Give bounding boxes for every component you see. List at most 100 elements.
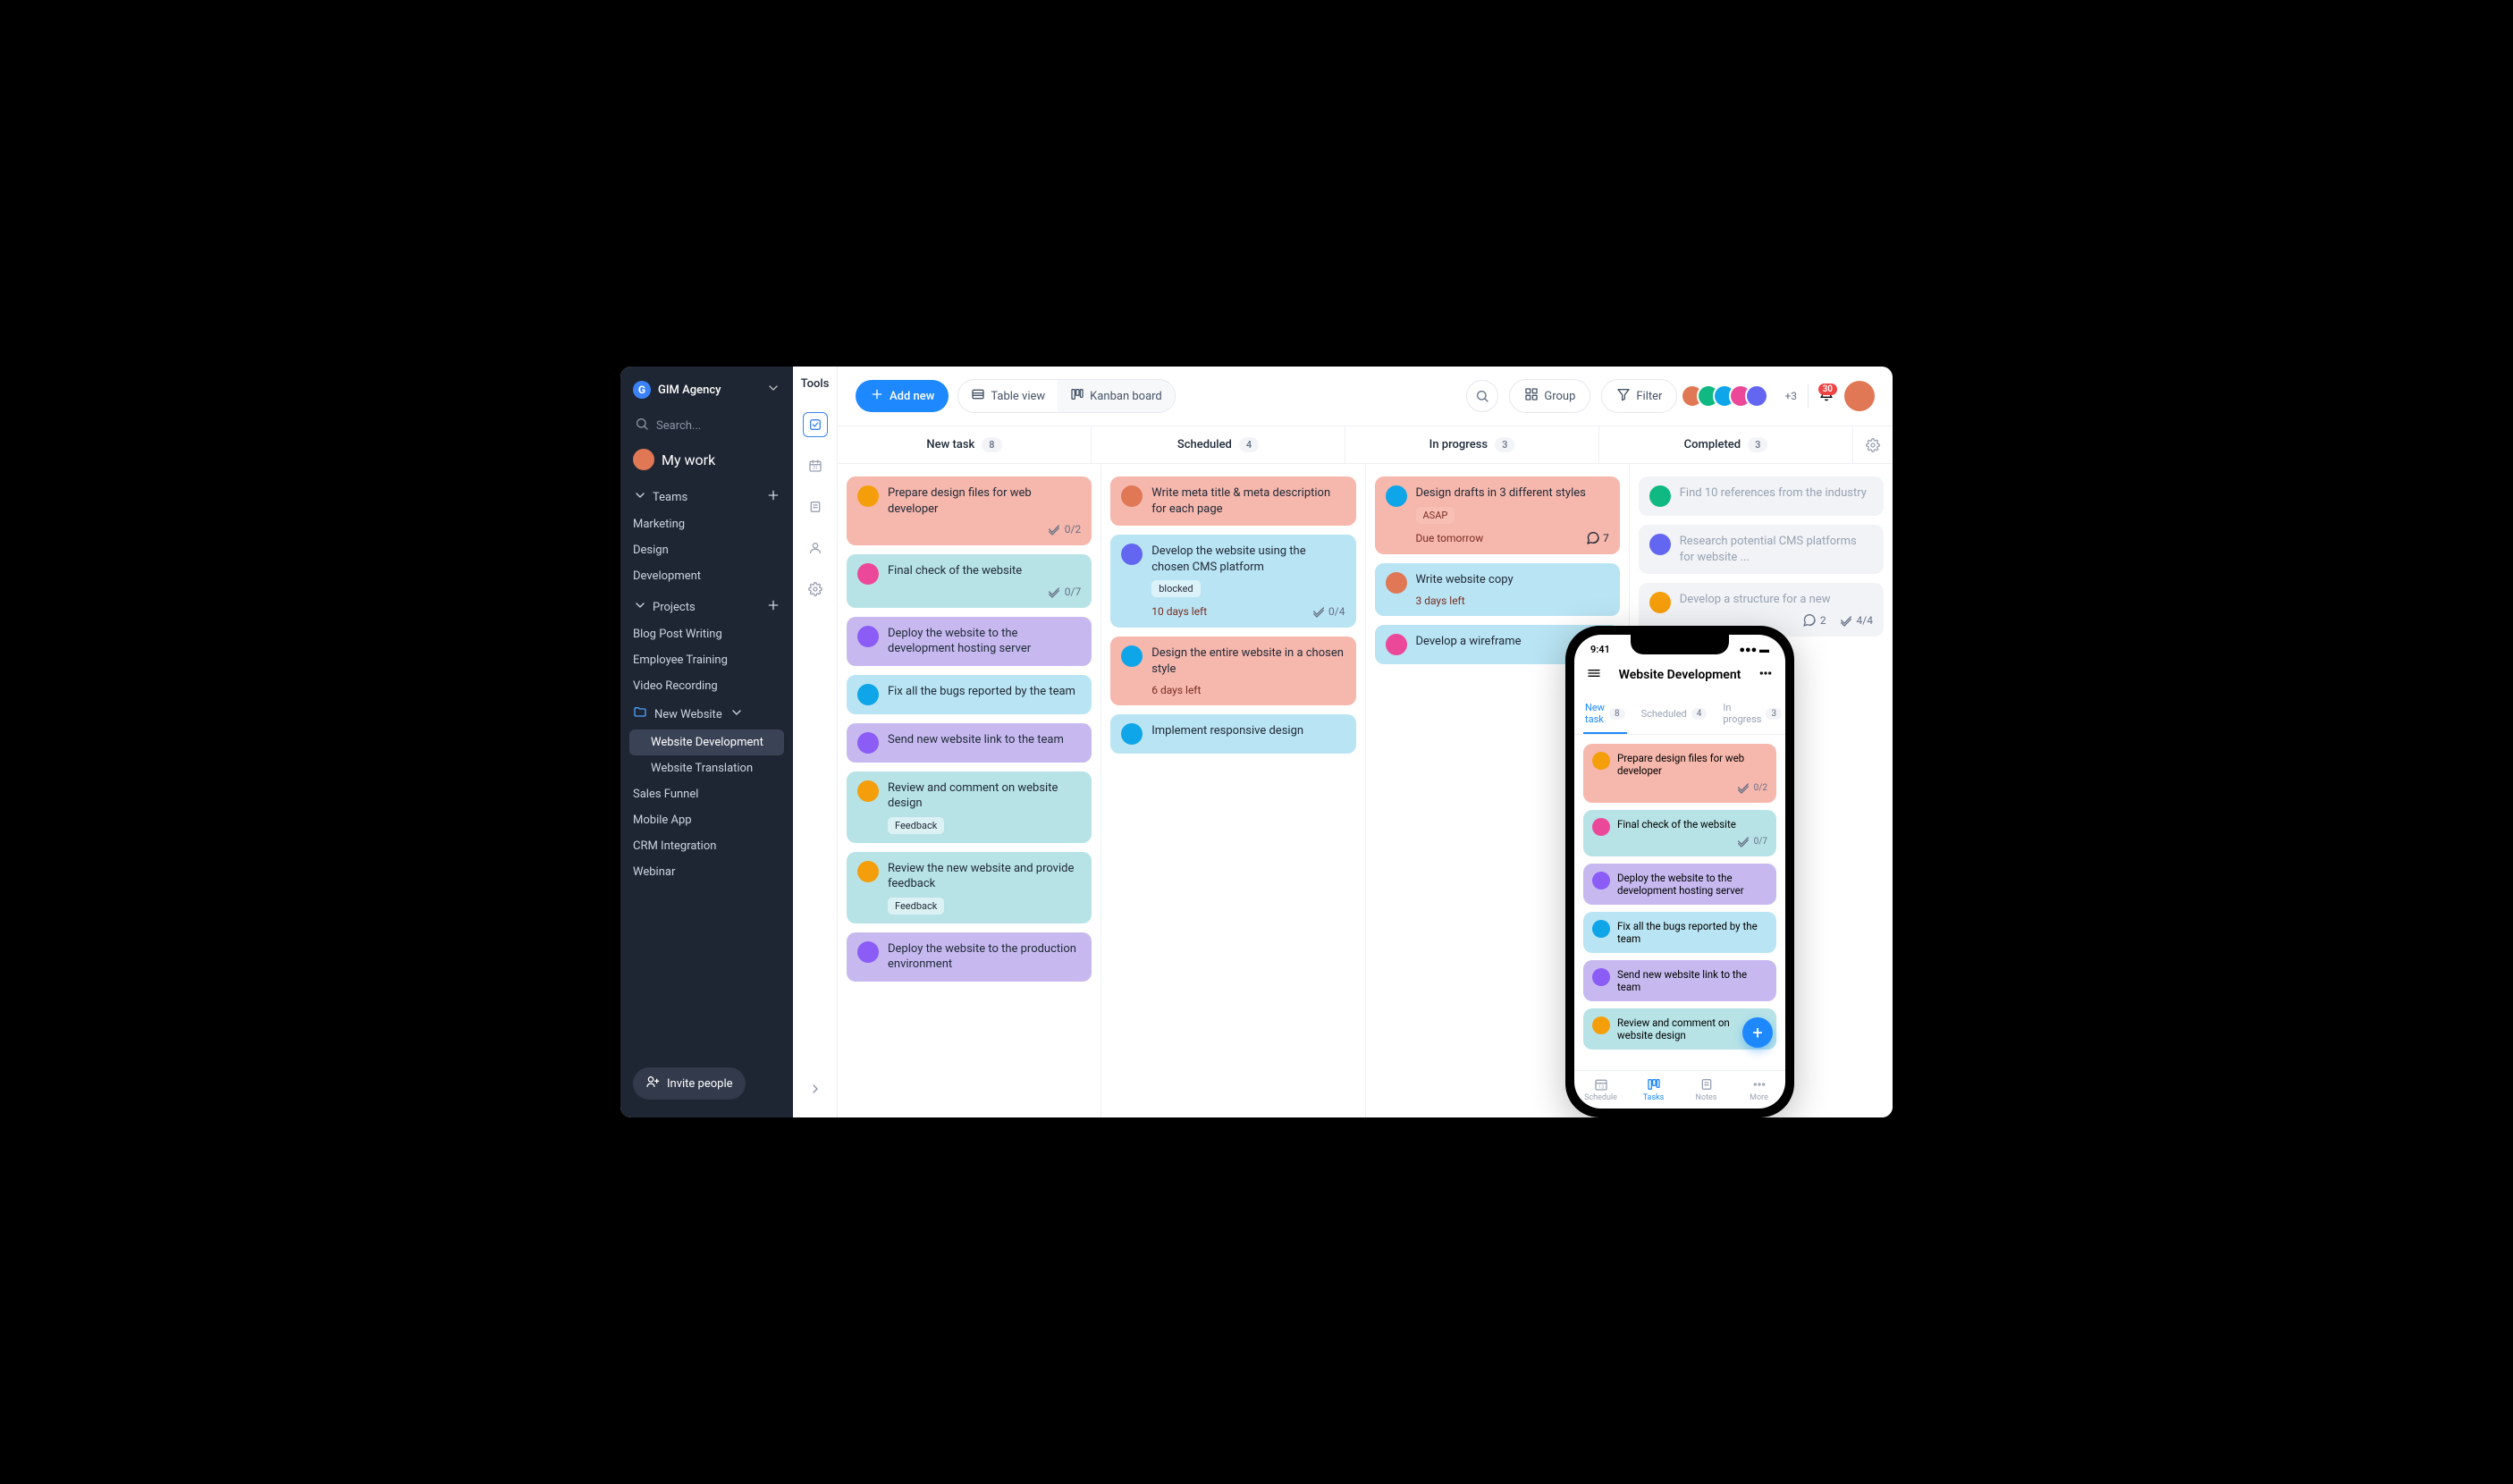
rail-notes-icon[interactable] <box>803 494 828 519</box>
rail-calendar-icon[interactable]: 31 <box>803 453 828 478</box>
rail-settings-icon[interactable] <box>803 577 828 602</box>
mywork-label: My work <box>662 451 715 468</box>
task-card[interactable]: Prepare design files for web developer0/… <box>847 476 1092 545</box>
task-card[interactable]: Research potential CMS platforms for web… <box>1639 525 1884 574</box>
avatar <box>857 861 879 882</box>
projects-header[interactable]: Projects <box>633 598 696 616</box>
sidebar-item-folder[interactable]: New Website <box>629 699 784 729</box>
rail-people-icon[interactable] <box>803 535 828 561</box>
fab-add-button[interactable]: + <box>1742 1017 1773 1048</box>
task-card[interactable]: Final check of the website0/7 <box>847 554 1092 608</box>
phone-nav-item[interactable]: More <box>1733 1071 1785 1109</box>
task-card[interactable]: Send new website link to the team <box>847 723 1092 763</box>
avatar <box>857 485 879 507</box>
task-tag: ASAP <box>1416 507 1455 524</box>
phone-task-card[interactable]: Fix all the bugs reported by the team <box>1583 912 1776 953</box>
sidebar-item-project[interactable]: Employee Training <box>629 647 784 673</box>
search-input[interactable]: Search... <box>629 411 784 440</box>
task-tag: blocked <box>1151 580 1200 597</box>
sidebar-item-project[interactable]: Website Translation <box>629 755 784 781</box>
user-avatar[interactable] <box>1844 381 1875 411</box>
add-team-button[interactable] <box>766 488 780 506</box>
table-view-tab[interactable]: Table view <box>958 380 1058 412</box>
task-due: Due tomorrow <box>1416 532 1484 544</box>
task-card[interactable]: Implement responsive design <box>1110 714 1355 754</box>
sidebar-item-marketing[interactable]: Marketing <box>629 511 784 537</box>
grid-icon <box>1524 387 1539 405</box>
avatar <box>1649 534 1671 555</box>
task-card[interactable]: Design drafts in 3 different styles ASAP D… <box>1375 476 1620 554</box>
avatar <box>1386 485 1407 507</box>
phone-nav-item[interactable]: Notes <box>1680 1071 1733 1109</box>
avatar-stack[interactable] <box>1688 384 1768 408</box>
phone-task-card[interactable]: Final check of the website0/7 <box>1583 810 1776 856</box>
table-icon <box>971 387 985 405</box>
task-card[interactable]: Write meta title & meta description for … <box>1110 476 1355 526</box>
avatar <box>1592 920 1610 938</box>
task-title: Develop a structure for a new <box>1680 592 1873 608</box>
filter-button[interactable]: Filter <box>1601 379 1677 413</box>
phone-time: 9:41 <box>1590 644 1610 655</box>
phone-tab[interactable]: Scheduled4 <box>1640 695 1709 734</box>
menu-icon[interactable] <box>1587 666 1601 684</box>
task-tag: Feedback <box>888 817 944 834</box>
folder-icon <box>633 705 647 723</box>
task-tag: Feedback <box>888 898 944 915</box>
task-card[interactable]: Find 10 references from the industry <box>1639 476 1884 516</box>
phone-task-card[interactable]: Send new website link to the team <box>1583 960 1776 1001</box>
board-settings-button[interactable] <box>1853 426 1893 463</box>
task-card[interactable]: Deploy the website to the production env… <box>847 932 1092 982</box>
more-icon[interactable] <box>1758 666 1773 684</box>
search-button[interactable] <box>1466 380 1498 412</box>
chevron-down-icon <box>633 598 647 616</box>
sidebar-item-development[interactable]: Development <box>629 563 784 589</box>
phone-task-card[interactable]: Prepare design files for web developer0/… <box>1583 744 1776 803</box>
workspace-switcher[interactable]: G GIM Agency <box>629 377 784 411</box>
sidebar-item-project[interactable]: Website Development <box>629 729 784 755</box>
sidebar-item-project[interactable]: Blog Post Writing <box>629 621 784 647</box>
add-new-button[interactable]: Add new <box>856 380 949 412</box>
notifications-button[interactable]: 30 <box>1819 387 1834 405</box>
sidebar-item-design[interactable]: Design <box>629 537 784 563</box>
column-header: In progress3 <box>1345 426 1599 463</box>
task-card[interactable]: Design the entire website in a chosen st… <box>1110 637 1355 705</box>
sidebar-item-mywork[interactable]: My work <box>629 440 784 479</box>
chevron-down-icon <box>729 705 744 723</box>
teams-header[interactable]: Teams <box>633 488 687 506</box>
task-card[interactable]: Develop the website using the chosen CMS… <box>1110 535 1355 628</box>
avatar <box>1121 723 1143 745</box>
collapse-sidebar-button[interactable] <box>808 1082 822 1100</box>
phone-tab[interactable]: New task8 <box>1583 695 1627 734</box>
sidebar-item-project[interactable]: CRM Integration <box>629 833 784 859</box>
task-card[interactable]: Deploy the website to the development ho… <box>847 617 1092 666</box>
phone-tab[interactable]: In progress3 <box>1721 695 1784 734</box>
avatar-more[interactable]: +3 <box>1784 390 1797 402</box>
mobile-preview: 9:41 ●●● ▬ Website Development New task8… <box>1565 626 1794 1117</box>
group-button[interactable]: Group <box>1509 379 1590 413</box>
invite-people-button[interactable]: Invite people <box>633 1067 746 1100</box>
add-project-button[interactable] <box>766 598 780 616</box>
sidebar-item-project[interactable]: Sales Funnel <box>629 781 784 807</box>
sidebar-item-project[interactable]: Video Recording <box>629 673 784 699</box>
rail-tasks-icon[interactable] <box>803 412 828 437</box>
phone-title: Website Development <box>1619 668 1741 682</box>
phone-nav-item[interactable]: Tasks <box>1627 1071 1680 1109</box>
avatar <box>857 941 879 963</box>
search-placeholder: Search... <box>656 419 701 433</box>
sidebar-item-project[interactable]: Webinar <box>629 859 784 885</box>
phone-task-card[interactable]: Deploy the website to the development ho… <box>1583 864 1776 905</box>
phone-nav-item[interactable]: 13Schedule <box>1574 1071 1627 1109</box>
avatar <box>857 563 879 585</box>
task-title: Find 10 references from the industry <box>1680 485 1873 502</box>
task-card[interactable]: Review the new website and provide feedb… <box>847 852 1092 923</box>
avatar <box>1121 645 1143 667</box>
task-title: Design drafts in 3 different styles <box>1416 485 1609 502</box>
sidebar-item-project[interactable]: Mobile App <box>629 807 784 833</box>
avatar <box>1649 592 1671 613</box>
task-card[interactable]: Write website copy3 days left <box>1375 563 1620 617</box>
task-card[interactable]: Review and comment on website designFeed… <box>847 772 1092 843</box>
kanban-view-tab[interactable]: Kanban board <box>1058 380 1175 412</box>
task-title: Deploy the website to the development ho… <box>888 626 1081 657</box>
task-card[interactable]: Fix all the bugs reported by the team <box>847 675 1092 714</box>
svg-text:31: 31 <box>813 466 818 471</box>
